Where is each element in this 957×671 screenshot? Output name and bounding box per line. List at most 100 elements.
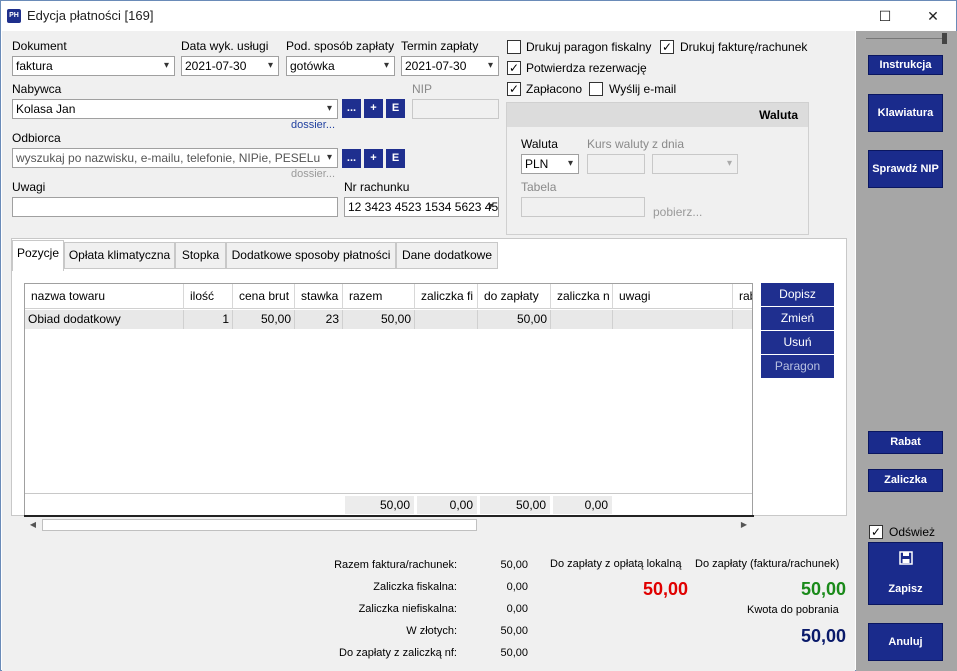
nabywca-select[interactable]: Kolasa Jan <box>12 99 338 119</box>
klawiatura-button[interactable]: Klawiatura <box>868 94 943 132</box>
uwagi-input[interactable] <box>12 197 338 217</box>
kwota-pobrania-label: Kwota do pobrania <box>747 604 839 616</box>
zaplacono-checkbox[interactable] <box>507 82 521 96</box>
odbiorca-dossier-link[interactable]: dossier... <box>291 168 335 180</box>
usun-button[interactable]: Usuń <box>761 331 834 354</box>
tab-oplata-klimatyczna[interactable]: Opłata klimatyczna <box>64 242 175 269</box>
table-row-cell[interactable]: 50,00 <box>478 310 551 329</box>
faktura-checkbox[interactable] <box>660 40 674 54</box>
window-title: Edycja płatności [169] <box>27 8 154 23</box>
rezerwacja-checkbox-label: Potwierdza rezerwację <box>526 61 647 75</box>
odbiorca-more-button[interactable]: ... <box>342 149 361 168</box>
app-icon: PH <box>7 9 21 23</box>
zdnia-label: z dnia <box>652 137 685 151</box>
tab-dane-dodatkowe[interactable]: Dane dodatkowe <box>396 242 498 269</box>
waluta-select[interactable]: PLN <box>521 154 579 174</box>
col-cena[interactable]: cena brut <box>233 284 295 309</box>
zmien-button[interactable]: Zmień <box>761 307 834 330</box>
dokument-select[interactable]: faktura <box>12 56 175 76</box>
zdnia-field[interactable] <box>652 154 738 174</box>
do-zaplaty-nf-label: Do zapłaty z zaliczką nf: <box>339 647 457 659</box>
nabywca-edit-button[interactable]: E <box>386 99 405 118</box>
col-zaliczka-fi[interactable]: zaliczka fi <box>415 284 478 309</box>
tab-dodatkowe-sposoby[interactable]: Dodatkowe sposoby płatności <box>226 242 396 269</box>
col-zaliczka-n[interactable]: zaliczka n <box>551 284 613 309</box>
grid-footer-divider <box>25 493 752 494</box>
table-row-cell[interactable]: 23 <box>295 310 343 329</box>
save-icon <box>899 551 913 565</box>
nabywca-more-button[interactable]: ... <box>342 99 361 118</box>
tab-pozycje[interactable]: Pozycje <box>12 240 64 271</box>
odswiez-checkbox[interactable] <box>869 525 883 539</box>
col-do-zaplaty[interactable]: do zapłaty <box>478 284 551 309</box>
nabywca-dossier-link[interactable]: dossier... <box>291 119 335 131</box>
do-zaplaty-nf-value: 50,00 <box>500 647 528 659</box>
table-row-cell[interactable] <box>613 310 733 329</box>
nip-field[interactable] <box>412 99 499 119</box>
dokument-label: Dokument <box>12 39 67 53</box>
paragon-checkbox-label: Drukuj paragon fiskalny <box>526 40 652 54</box>
zapisz-button[interactable]: Zapisz <box>868 542 943 605</box>
zal-fisk-value: 0,00 <box>506 581 528 593</box>
sprawdz-nip-button[interactable]: Sprawdź NIP <box>868 150 943 188</box>
nip-label: NIP <box>412 82 433 96</box>
nr-rachunku-select[interactable]: 12 3423 4523 1534 5623 45 <box>344 197 499 217</box>
faktura-checkbox-label: Drukuj fakturę/rachunek <box>680 40 808 54</box>
table-row-cell[interactable]: 50,00 <box>233 310 295 329</box>
grid-horizontal-scrollbar[interactable]: ◀ ▶ <box>24 515 754 533</box>
col-ilosc[interactable]: ilość <box>184 284 233 309</box>
table-row-cell[interactable]: 50,00 <box>343 310 415 329</box>
instrukcja-button[interactable]: Instrukcja <box>868 55 943 75</box>
paragon-button[interactable]: Paragon <box>761 355 834 378</box>
table-row-cell[interactable]: 1 <box>184 310 233 329</box>
col-stawka[interactable]: stawka <box>295 284 343 309</box>
razem-label: Razem faktura/rachunek: <box>334 559 457 571</box>
col-rab[interactable]: rab <box>733 284 752 309</box>
pod-sposob-select[interactable]: gotówka <box>286 56 395 76</box>
odbiorca-search[interactable]: wyszukaj po nazwisku, e-mailu, telefonie… <box>12 148 338 168</box>
title-bar: PH Edycja płatności [169] ☐ ✕ <box>1 1 956 31</box>
col-nazwa[interactable]: nazwa towaru <box>25 284 184 309</box>
maximize-button[interactable]: ☐ <box>862 1 908 31</box>
rezerwacja-checkbox[interactable] <box>507 61 521 75</box>
zaliczka-button[interactable]: Zaliczka <box>868 469 943 492</box>
email-checkbox-label: Wyślij e-mail <box>609 82 677 96</box>
col-uwagi[interactable]: uwagi <box>613 284 733 309</box>
anuluj-button[interactable]: Anuluj <box>868 623 943 661</box>
data-wyk-field[interactable]: 2021-07-30 <box>181 56 279 76</box>
table-row-cell[interactable]: Obiad dodatkowy <box>25 310 184 329</box>
tabela-field[interactable] <box>521 197 645 217</box>
kurs-field[interactable] <box>587 154 645 174</box>
termin-field[interactable]: 2021-07-30 <box>401 56 499 76</box>
odswiez-label: Odśwież <box>889 525 936 539</box>
window: PH Edycja płatności [169] ☐ ✕ Dokument f… <box>0 0 957 671</box>
positions-grid[interactable]: nazwa towaru ilość cena brut stawka raze… <box>24 283 753 517</box>
nabywca-label: Nabywca <box>12 82 62 96</box>
email-checkbox[interactable] <box>589 82 603 96</box>
nabywca-add-button[interactable]: + <box>364 99 383 118</box>
pobierz-link[interactable]: pobierz... <box>653 205 702 219</box>
slider-handle[interactable] <box>942 33 947 44</box>
footer-zaliczka-fi: 0,00 <box>417 496 477 514</box>
scroll-left-icon[interactable]: ◀ <box>25 517 41 533</box>
slider-track <box>866 38 946 39</box>
table-row-cell[interactable] <box>551 310 613 329</box>
do-zaplaty-fr-label: Do zapłaty (faktura/rachunek) <box>695 558 840 570</box>
odbiorca-edit-button[interactable]: E <box>386 149 405 168</box>
zal-fisk-label: Zaliczka fiskalna: <box>373 581 457 593</box>
paragon-checkbox[interactable] <box>507 40 521 54</box>
rabat-button[interactable]: Rabat <box>868 431 943 454</box>
scroll-right-icon[interactable]: ▶ <box>736 517 752 533</box>
dopisz-button[interactable]: Dopisz <box>761 283 834 306</box>
pod-sposob-label: Pod. sposób zapłaty <box>286 39 395 53</box>
data-wyk-label: Data wyk. usługi <box>181 39 269 53</box>
zal-niefisk-value: 0,00 <box>506 603 528 615</box>
scroll-thumb[interactable] <box>42 519 477 531</box>
tab-stopka[interactable]: Stopka <box>175 242 226 269</box>
close-button[interactable]: ✕ <box>910 1 956 31</box>
table-row-cell[interactable] <box>733 310 752 329</box>
col-razem[interactable]: razem <box>343 284 415 309</box>
odbiorca-add-button[interactable]: + <box>364 149 383 168</box>
table-row-cell[interactable] <box>415 310 478 329</box>
oplata-lokalna-value: 50,00 <box>642 579 688 599</box>
